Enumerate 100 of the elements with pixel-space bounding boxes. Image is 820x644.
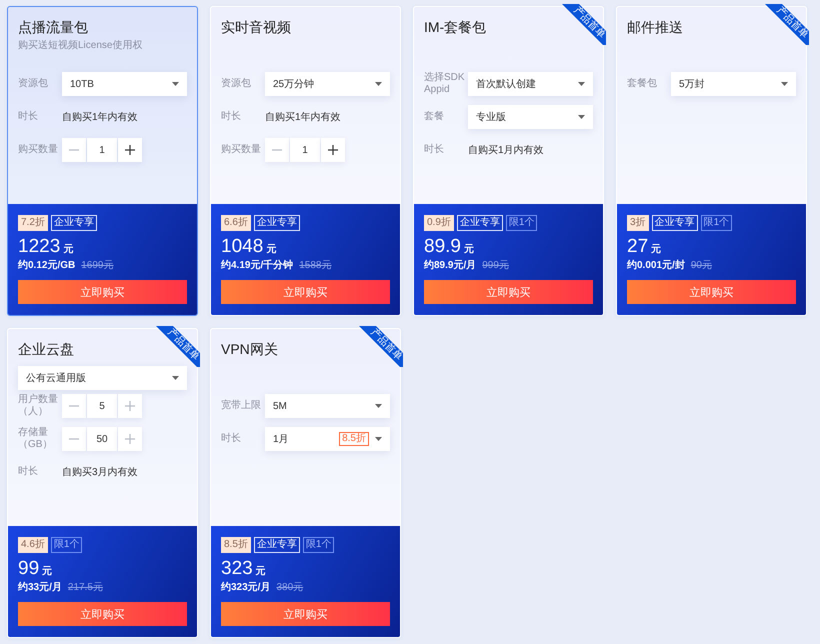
dropdown[interactable]: 1月 8.5折	[265, 427, 390, 451]
plus-icon	[125, 401, 135, 411]
product-title: IM-套餐包	[424, 18, 486, 37]
field-label: 套餐	[424, 111, 445, 123]
original-price: 999元	[482, 259, 509, 273]
product-subtitle: 购买送短视频License使用权	[18, 39, 142, 53]
corner-ribbon: 产品首单	[156, 326, 200, 367]
dropdown[interactable]: 公有云通用版	[18, 366, 187, 390]
increment-button[interactable]	[118, 138, 142, 162]
price: 1048	[221, 235, 264, 259]
price: 1223	[18, 235, 60, 259]
field-label: 时长	[18, 466, 39, 478]
limit-tag: 限1个	[700, 215, 732, 231]
quantity-field[interactable]: 1	[290, 138, 320, 162]
corner-ribbon: 产品首单	[765, 4, 809, 45]
discount-tag: 3折	[627, 215, 649, 231]
exclusive-tag: 企业专享	[50, 215, 97, 231]
original-price: 217.5元	[68, 581, 103, 595]
unit-price: 约33元/月	[18, 581, 62, 595]
field-value: 自购买1月内有效	[468, 144, 544, 157]
limit-tag: 限1个	[302, 537, 334, 553]
field-value: 自购买3月内有效	[62, 466, 138, 479]
currency-label: 元	[464, 243, 474, 256]
quantity-field[interactable]: 50	[87, 427, 117, 451]
price: 27	[627, 235, 648, 259]
product-card[interactable]: 产品首单 VPN网关 宽带上限 5M 时长 1月 8.5折 8.5折 企业专享 限1个 323 元 约323元/月 380元 立即购买	[210, 328, 401, 638]
plus-icon	[328, 145, 338, 155]
field-label: 时长	[18, 111, 39, 123]
product-card[interactable]: 产品首单 企业云盘 公有云通用版 用户数量（人） 5 存储量（GB） 50 时长 自购买3月内有效 4.6折 限1个 99 元 约33元/月 217.5元 立即购买	[7, 328, 198, 638]
product-card[interactable]: 实时音视频 资源包 25万分钟 时长 自购买1年内有效 购买数量 1 6.6折 企业专享 1048 元 约4.19元/千分钟 1588元 立即购买	[210, 6, 401, 316]
discount-tag: 6.6折	[221, 215, 251, 231]
exclusive-tag: 企业专享	[254, 215, 300, 231]
field-label: 时长	[424, 144, 445, 156]
product-title: 实时音视频	[221, 18, 291, 37]
exclusive-tag: 企业专享	[254, 537, 300, 553]
field-label: 时长	[221, 111, 242, 123]
caret-icon	[375, 82, 382, 86]
original-price: 380元	[276, 581, 304, 595]
plus-icon	[125, 434, 135, 444]
field-label: 宽带上限	[221, 400, 262, 412]
field-label: 时长	[221, 433, 242, 445]
field-value: 自购买1年内有效	[265, 110, 341, 124]
caret-icon	[375, 404, 382, 408]
dropdown[interactable]: 专业版	[468, 105, 593, 129]
original-price: 1699元	[81, 259, 114, 273]
discount-tag: 4.6折	[18, 537, 48, 553]
product-title: 点播流量包	[18, 18, 88, 37]
currency-label: 元	[651, 243, 662, 256]
unit-price: 约89.9元/月	[424, 259, 476, 273]
dropdown[interactable]: 5万封	[671, 72, 796, 96]
caret-icon	[172, 376, 179, 380]
dropdown[interactable]: 5M	[265, 394, 390, 418]
corner-ribbon: 产品首单	[359, 326, 403, 367]
corner-ribbon: 产品首单	[562, 4, 606, 45]
quantity-field[interactable]: 1	[87, 138, 117, 162]
exclusive-tag: 企业专享	[456, 215, 503, 231]
price: 323	[221, 557, 253, 581]
field-label: 用户数量（人）	[18, 394, 59, 418]
unit-price: 约323元/月	[221, 581, 270, 595]
caret-icon	[578, 82, 585, 86]
discount-tag: 0.9折	[424, 215, 454, 231]
product-title: 邮件推送	[627, 18, 683, 37]
caret-icon	[578, 115, 585, 119]
field-value: 自购买1年内有效	[62, 110, 138, 124]
field-label: 选择SDK Appid	[424, 72, 466, 96]
product-title: 企业云盘	[18, 340, 74, 359]
product-card[interactable]: 产品首单 邮件推送 套餐包 5万封 3折 企业专享 限1个 27 元 约0.001元/封 90元 立即购买	[616, 6, 807, 316]
discount-tag: 8.5折	[339, 432, 369, 446]
caret-icon	[375, 437, 382, 441]
plus-icon	[125, 145, 135, 155]
field-label: 资源包	[221, 78, 252, 90]
original-price: 1588元	[299, 259, 332, 273]
caret-icon	[781, 82, 788, 86]
limit-tag: 限1个	[50, 537, 82, 553]
limit-tag: 限1个	[506, 215, 538, 231]
dropdown[interactable]: 25万分钟	[265, 72, 390, 96]
price: 89.9	[424, 235, 461, 259]
unit-price: 约0.001元/封	[627, 259, 685, 273]
price: 99	[18, 557, 40, 581]
field-label: 购买数量	[221, 144, 262, 156]
currency-label: 元	[256, 565, 266, 578]
increment-button[interactable]	[321, 138, 345, 162]
currency-label: 元	[63, 243, 74, 256]
product-card[interactable]: 点播流量包 购买送短视频License使用权 资源包 10TB 时长 自购买1年内有效 购买数量 1 7.2折 企业专享 1223 元 约0.12元/GB 1699元 立即购买	[7, 6, 198, 316]
currency-label: 元	[266, 243, 276, 256]
field-label: 存储量（GB）	[18, 427, 54, 451]
currency-label: 元	[42, 565, 52, 578]
original-price: 90元	[690, 259, 712, 273]
product-card[interactable]: 产品首单 IM-套餐包 选择SDK Appid 首次默认创建 套餐 专业版 时长 自购买1月内有效 0.9折 企业专享 限1个 89.9 元 约89.9元/月 999元 立即购买	[413, 6, 604, 316]
unit-price: 约0.12元/GB	[18, 259, 76, 273]
exclusive-tag: 企业专享	[652, 215, 698, 231]
dropdown[interactable]: 首次默认创建	[468, 72, 593, 96]
field-label: 购买数量	[18, 144, 59, 156]
product-title: VPN网关	[221, 340, 278, 359]
field-label: 资源包	[18, 78, 49, 90]
quantity-field[interactable]: 5	[87, 394, 117, 418]
caret-icon	[172, 82, 179, 86]
discount-tag: 8.5折	[221, 537, 251, 553]
field-label: 套餐包	[627, 78, 658, 90]
dropdown[interactable]: 10TB	[62, 72, 187, 96]
